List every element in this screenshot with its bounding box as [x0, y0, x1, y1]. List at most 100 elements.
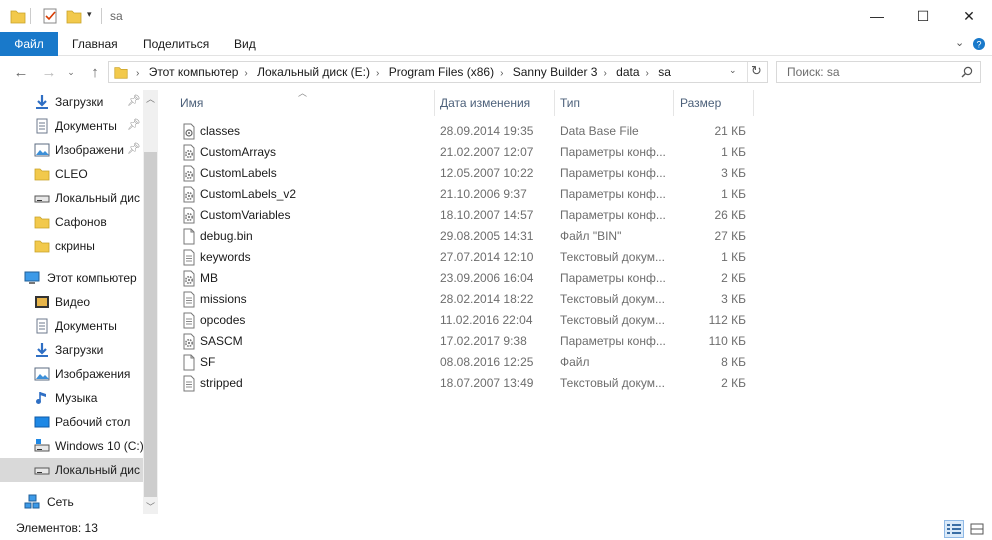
column-divider[interactable] — [434, 90, 435, 116]
customize-quick-access-icon[interactable]: ▾ — [87, 9, 92, 20]
properties-icon[interactable] — [42, 7, 58, 25]
ribbon-tabs: Файл Главная Поделиться Вид ⌄ ? — [0, 32, 992, 56]
search-icon[interactable] — [961, 66, 973, 78]
file-row[interactable]: classes 28.09.2014 19:35 Data Base File 21 … — [170, 121, 770, 142]
nav-item[interactable]: Документы 📌︎ — [0, 114, 143, 138]
breadcrumb-item[interactable]: Локальный диск (E:) — [257, 65, 370, 79]
file-name: MB — [200, 271, 218, 285]
details-view-button[interactable] — [944, 520, 964, 538]
pin-icon: 📌︎ — [127, 119, 141, 131]
address-dropdown-icon[interactable]: ⌄ — [729, 65, 737, 76]
details-view-icon — [947, 524, 961, 534]
column-header-name[interactable]: Имя — [180, 90, 203, 116]
nav-item[interactable]: CLEO — [0, 162, 143, 186]
nav-item[interactable]: Изображени 📌︎ — [0, 138, 143, 162]
config-file-icon — [183, 186, 195, 203]
file-row[interactable]: debug.bin 29.08.2005 14:31 Файл "BIN" 27 КБ — [170, 226, 770, 247]
nav-item[interactable]: Загрузки — [0, 338, 143, 362]
tab-view[interactable]: Вид — [234, 32, 256, 56]
file-row[interactable]: missions 28.02.2014 18:22 Текстовый докум.… — [170, 289, 770, 310]
forward-button[interactable]: → — [38, 62, 60, 82]
nav-item[interactable]: Рабочий стол — [0, 410, 143, 434]
window-title: sa — [110, 9, 123, 23]
nav-item[interactable]: Музыка — [0, 386, 143, 410]
nav-item-label: Документы — [55, 319, 117, 333]
folder-icon — [34, 240, 50, 253]
file-row[interactable]: keywords 27.07.2014 12:10 Текстовый докум.… — [170, 247, 770, 268]
file-type: Параметры конф... — [560, 166, 666, 180]
file-row[interactable]: SF 08.08.2016 12:25 Файл 8 КБ — [170, 352, 770, 373]
qa-divider — [30, 8, 31, 24]
maximize-button[interactable]: ☐ — [900, 0, 946, 32]
tab-home[interactable]: Главная — [72, 32, 118, 56]
breadcrumb-item[interactable]: sa — [658, 65, 671, 79]
column-header-size[interactable]: Размер — [680, 90, 721, 116]
scroll-down-icon[interactable]: ﹀ — [143, 500, 158, 515]
up-button[interactable]: ↑ — [84, 62, 106, 82]
file-size: 2 КБ — [721, 376, 746, 390]
file-row[interactable]: CustomVariables 18.10.2007 14:57 Параметры… — [170, 205, 770, 226]
nav-scrollbar-thumb[interactable] — [144, 152, 157, 497]
file-date: 27.07.2014 12:10 — [440, 250, 534, 264]
minimize-button[interactable]: — — [854, 0, 900, 32]
file-row[interactable]: SASCM 17.02.2017 9:38 Параметры конф... 110… — [170, 331, 770, 352]
nav-item[interactable]: скрины — [0, 234, 143, 258]
nav-item[interactable]: Загрузки 📌︎ — [0, 90, 143, 114]
recent-locations-icon[interactable]: ⌄ — [60, 62, 82, 82]
expand-ribbon-icon[interactable]: ⌄ — [955, 36, 964, 49]
file-row[interactable]: CustomLabels 12.05.2007 10:22 Параметры ко… — [170, 163, 770, 184]
computer-icon — [24, 271, 40, 284]
file-row[interactable]: CustomArrays 21.02.2007 12:07 Параметры ко… — [170, 142, 770, 163]
navigation-pane: Загрузки 📌︎ Документы 📌︎ Изображени 📌︎ CLEO Лок… — [0, 90, 158, 514]
tab-file[interactable]: Файл — [0, 32, 58, 56]
address-bar[interactable]: › Этот компьютер › Локальный диск (E:) › P… — [108, 61, 768, 83]
close-button[interactable]: ✕ — [946, 0, 992, 32]
config-file-icon — [183, 165, 195, 182]
nav-item[interactable]: Локальный дис — [0, 186, 143, 210]
column-divider[interactable] — [673, 90, 674, 116]
breadcrumb-item[interactable]: data — [616, 65, 639, 79]
breadcrumb-item[interactable]: Sanny Builder 3 — [513, 65, 598, 79]
file-name: CustomLabels_v2 — [200, 187, 297, 201]
back-button[interactable]: ← — [10, 62, 32, 82]
drive-icon — [34, 467, 50, 475]
column-header-date[interactable]: Дата изменения — [440, 90, 530, 116]
text-file-icon — [183, 375, 195, 392]
breadcrumb-item[interactable]: Program Files (x86) — [389, 65, 494, 79]
music-icon — [36, 392, 46, 404]
column-divider[interactable] — [753, 90, 754, 116]
file-date: 21.10.2006 9:37 — [440, 187, 527, 201]
nav-item[interactable]: Локальный дис — [0, 458, 143, 482]
tab-share[interactable]: Поделиться — [143, 32, 209, 56]
search-input[interactable]: Поиск: sa — [776, 61, 981, 83]
nav-item[interactable]: Документы — [0, 314, 143, 338]
refresh-icon[interactable]: ↻ — [751, 63, 762, 79]
file-date: 28.09.2014 19:35 — [440, 124, 534, 138]
nav-item[interactable]: Сеть — [0, 490, 143, 514]
file-size: 1 КБ — [721, 145, 746, 159]
file-size: 1 КБ — [721, 250, 746, 264]
documents-icon — [36, 318, 48, 334]
file-name: CustomLabels — [200, 166, 277, 180]
file-type: Параметры конф... — [560, 187, 666, 201]
new-folder-icon[interactable] — [66, 7, 82, 25]
scroll-up-icon[interactable]: ︿ — [143, 92, 158, 107]
nav-item-label: скрины — [55, 239, 95, 253]
file-row[interactable]: MB 23.09.2006 16:04 Параметры конф... 2 КБ — [170, 268, 770, 289]
nav-item[interactable]: Видео — [0, 290, 143, 314]
column-divider[interactable] — [554, 90, 555, 116]
file-row[interactable]: opcodes 11.02.2016 22:04 Текстовый докум..… — [170, 310, 770, 331]
nav-item[interactable]: Этот компьютер — [0, 266, 143, 290]
nav-item-label: CLEO — [55, 167, 88, 181]
nav-item[interactable]: Windows 10 (C:) — [0, 434, 143, 458]
file-row[interactable]: stripped 18.07.2007 13:49 Текстовый докум.… — [170, 373, 770, 394]
nav-item[interactable]: Изображения — [0, 362, 143, 386]
breadcrumb-item[interactable]: Этот компьютер — [149, 65, 239, 79]
nav-item[interactable]: Сафонов — [0, 210, 143, 234]
item-count: Элементов: 13 — [16, 521, 98, 535]
large-icons-view-button[interactable] — [967, 520, 987, 538]
title-bar: ▾ sa — ☐ ✕ — [0, 0, 992, 32]
column-header-type[interactable]: Тип — [560, 90, 580, 116]
file-row[interactable]: CustomLabels_v2 21.10.2006 9:37 Параметры … — [170, 184, 770, 205]
help-icon[interactable]: ? — [972, 37, 986, 51]
